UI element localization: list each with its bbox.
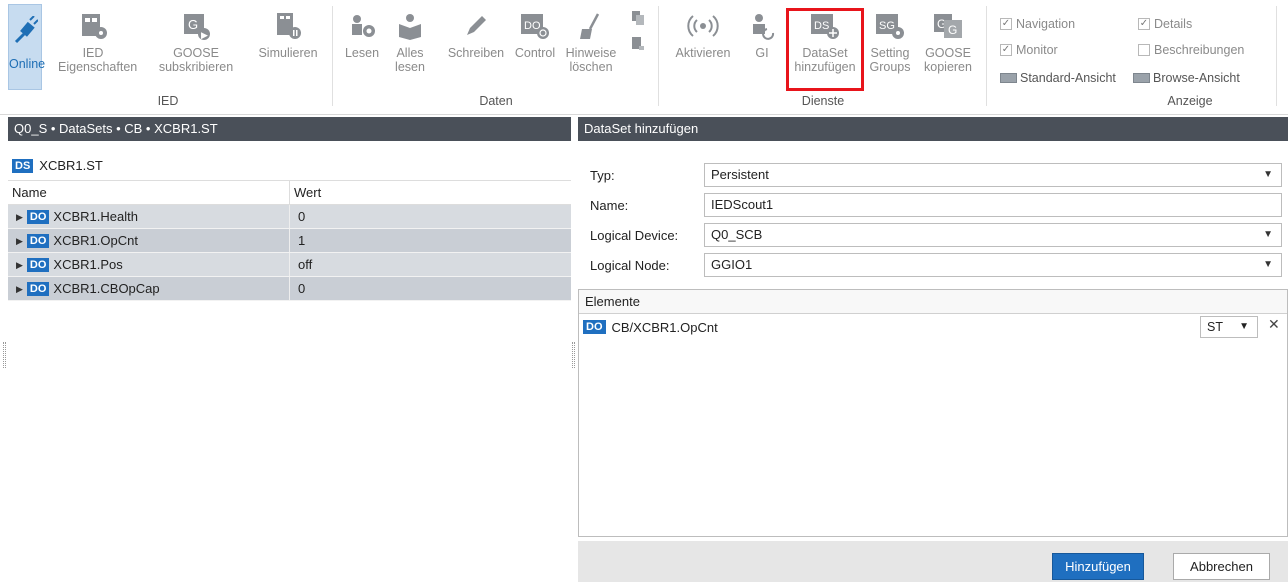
data-object-icon: DO — [583, 320, 606, 334]
beschreibungen-checkbox[interactable]: Beschreibungen — [1138, 43, 1244, 57]
copy-button[interactable] — [624, 8, 652, 28]
expand-arrow-icon[interactable]: ▶ — [16, 253, 23, 277]
svg-text:G: G — [948, 23, 957, 37]
control-button[interactable]: DO Control — [510, 6, 560, 60]
browse-view-button[interactable]: Browse-Ansicht — [1133, 71, 1240, 85]
gi-button[interactable]: GI — [744, 6, 780, 60]
functional-constraint-select[interactable]: ST ▼ — [1200, 316, 1258, 338]
simulate-icon — [252, 6, 324, 46]
goose-copy-icon: GG — [918, 6, 978, 46]
elements-header: Elemente — [579, 290, 1287, 314]
data-object-icon: DO — [26, 257, 50, 272]
activate-button[interactable]: Aktivieren — [666, 6, 740, 60]
dataset-add-highlight — [786, 8, 864, 91]
broom-icon — [562, 6, 620, 46]
expand-arrow-icon[interactable]: ▶ — [16, 205, 23, 229]
standard-view-button[interactable]: Standard-Ansicht — [1000, 71, 1116, 85]
dialog-footer: Hinzufügen Abbrechen — [578, 541, 1288, 582]
checkbox-checked-icon: ✓ — [1138, 18, 1150, 30]
monitor-checkbox[interactable]: ✓ Monitor — [1000, 43, 1058, 57]
group-label-ied: IED — [157, 94, 179, 108]
dialog-title: DataSet hinzufügen — [578, 117, 1288, 141]
data-object-icon: DO — [26, 209, 50, 224]
ribbon-separator — [332, 6, 333, 106]
paste-button[interactable] — [624, 34, 652, 54]
read-all-icon — [390, 6, 430, 46]
paste-icon — [624, 34, 652, 54]
ribbon-separator — [1276, 6, 1277, 106]
goose-subscribe-button[interactable]: G ▶ GOOSE subskribieren — [152, 6, 240, 74]
read-all-button[interactable]: Alles lesen — [390, 6, 430, 74]
control-icon: DO — [510, 6, 560, 46]
svg-text:▶: ▶ — [201, 30, 208, 40]
read-icon — [340, 6, 384, 46]
group-label-anzeige: Anzeige — [1167, 94, 1213, 108]
checkbox-checked-icon: ✓ — [1000, 44, 1012, 56]
clear-hints-button[interactable]: Hinweise löschen — [562, 6, 620, 74]
gi-icon — [744, 6, 780, 46]
name-input[interactable]: IEDScout1 — [704, 193, 1282, 217]
checkbox-checked-icon: ✓ — [1000, 18, 1012, 30]
dataset-view: DS XCBR1.ST Name Wert ▶ DO XCBR1.Health 0 … — [8, 151, 571, 301]
logical-node-select[interactable]: GGIO1 ▼ — [704, 253, 1282, 277]
dataset-badge-icon: DS — [12, 158, 34, 173]
svg-text:SG: SG — [879, 20, 895, 32]
write-button[interactable]: Schreiben — [440, 6, 512, 60]
setting-groups-button[interactable]: SG Setting Groups — [866, 6, 914, 74]
expand-arrow-icon[interactable]: ▶ — [16, 277, 23, 301]
read-button[interactable]: Lesen — [340, 6, 384, 60]
simulate-button[interactable]: Simulieren — [252, 6, 324, 60]
chevron-down-icon: ▼ — [1239, 321, 1249, 332]
table-row[interactable]: ▶ DO XCBR1.OpCnt 1 — [8, 229, 571, 253]
chevron-down-icon: ▼ — [1263, 259, 1273, 270]
browse-view-icon — [1133, 73, 1150, 83]
close-icon[interactable]: ✕ — [1268, 316, 1280, 333]
ribbon-separator — [658, 6, 659, 106]
setting-groups-icon: SG — [866, 6, 914, 46]
plug-icon — [9, 5, 41, 57]
add-button[interactable]: Hinzufügen — [1052, 553, 1144, 580]
standard-view-icon — [1000, 73, 1017, 83]
type-select[interactable]: Persistent ▼ — [704, 163, 1282, 187]
column-header-value[interactable]: Wert — [290, 181, 321, 204]
details-checkbox[interactable]: ✓ Details — [1138, 17, 1192, 31]
data-object-icon: DO — [26, 233, 50, 248]
online-button[interactable]: Online — [8, 4, 45, 90]
center-splitter-handle[interactable] — [572, 342, 575, 368]
group-label-dienste: Dienste — [801, 94, 845, 108]
chevron-down-icon: ▼ — [1263, 169, 1273, 180]
copy-icon — [624, 8, 652, 28]
broadcast-icon — [666, 6, 740, 46]
pencil-icon — [440, 6, 512, 46]
data-object-icon: DO — [26, 281, 50, 296]
chevron-down-icon: ▼ — [1263, 229, 1273, 240]
goose-copy-button[interactable]: GG GOOSE kopieren — [918, 6, 978, 74]
checkbox-unchecked-icon — [1138, 44, 1150, 56]
expand-arrow-icon[interactable]: ▶ — [16, 229, 23, 253]
ribbon-toolbar: Online IED Eigenschaften G ▶ GOOSE subskr… — [0, 0, 1288, 115]
goose-subscribe-icon: G ▶ — [152, 6, 240, 46]
ied-properties-button[interactable]: IED Eigenschaften — [58, 6, 137, 74]
ribbon-separator — [986, 6, 987, 106]
table-row[interactable]: ▶ DO XCBR1.Health 0 — [8, 205, 571, 229]
table-row[interactable]: ▶ DO XCBR1.Pos off — [8, 253, 571, 277]
ied-properties-icon — [58, 6, 128, 46]
left-splitter-handle[interactable] — [3, 342, 6, 368]
elements-list: Elemente DO CB/XCBR1.OpCnt ST ▼ ✕ — [578, 289, 1288, 537]
list-item[interactable]: DO CB/XCBR1.OpCnt ST ▼ ✕ — [579, 314, 1287, 340]
cancel-button[interactable]: Abbrechen — [1173, 553, 1270, 580]
svg-text:G: G — [188, 17, 198, 32]
navigation-checkbox[interactable]: ✓ Navigation — [1000, 17, 1075, 31]
logical-device-select[interactable]: Q0_SCB ▼ — [704, 223, 1282, 247]
table-row[interactable]: ▶ DO XCBR1.CBOpCap 0 — [8, 277, 571, 301]
group-label-daten: Daten — [479, 94, 513, 108]
breadcrumb: Q0_S • DataSets • CB • XCBR1.ST — [8, 117, 571, 141]
column-header-name[interactable]: Name — [8, 181, 290, 204]
dataset-title: DS XCBR1.ST — [8, 151, 571, 181]
table-header: Name Wert — [8, 181, 571, 205]
